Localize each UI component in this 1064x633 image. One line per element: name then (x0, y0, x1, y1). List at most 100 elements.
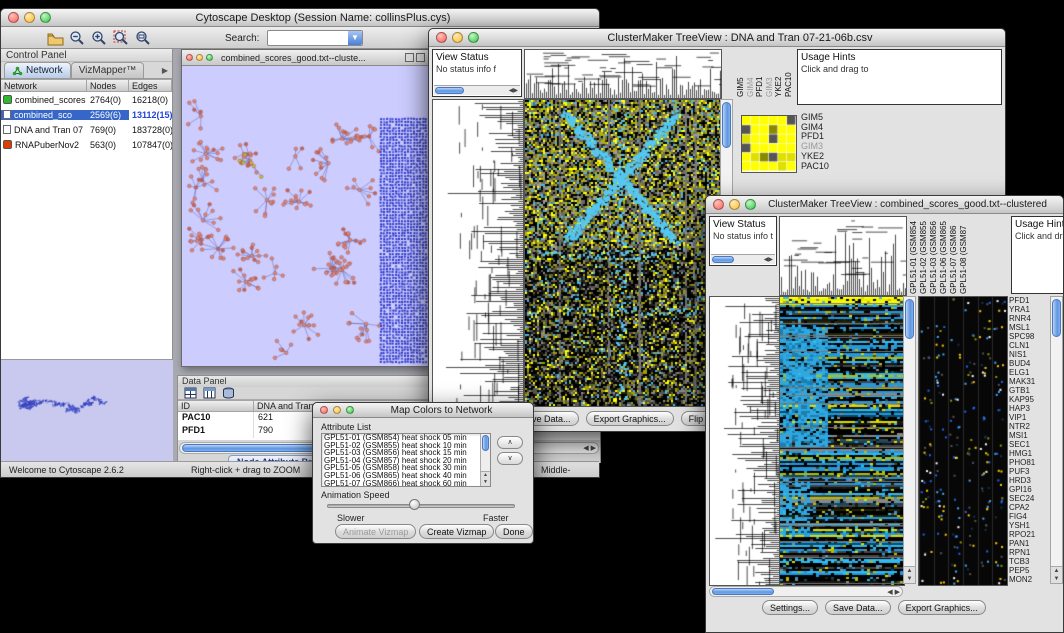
minimize-button[interactable] (452, 32, 463, 43)
gene-label[interactable]: PFD1 (1009, 296, 1049, 305)
close-button[interactable] (713, 199, 724, 210)
gene-label[interactable]: FIG4 (1009, 512, 1049, 521)
scrollbar-thumb[interactable] (435, 87, 464, 94)
close-button[interactable] (320, 406, 328, 414)
view-status-hscrollbar[interactable]: ◀▶ (434, 85, 520, 95)
zoom-button[interactable] (346, 406, 354, 414)
gene-label[interactable]: HMG1 (1009, 449, 1049, 458)
heatmap-vscrollbar[interactable]: ▲▼ (903, 296, 916, 584)
move-up-button[interactable]: ∧ (497, 436, 523, 449)
scrollbar-arrows[interactable]: ▲▼ (904, 566, 915, 583)
gene-label[interactable]: SPC98 (1009, 332, 1049, 341)
gene-label[interactable]: CPA2 (1009, 503, 1049, 512)
cluster-matrix-canvas[interactable] (741, 115, 797, 173)
scrollbar-thumb[interactable] (905, 299, 914, 339)
network-list-row[interactable]: DNA and Tran 07769(0)183728(0) (1, 122, 172, 137)
heatmap-hscrollbar[interactable]: ◀ ▶ (709, 586, 903, 597)
treeview-dna-titlebar[interactable]: ClusterMaker TreeView : DNA and Tran 07-… (429, 29, 1005, 47)
network-overview-canvas[interactable] (1, 360, 171, 462)
column-label[interactable]: GIM5 (736, 49, 745, 97)
row-dendrogram-canvas[interactable] (709, 296, 781, 586)
attribute-table-icon[interactable] (183, 387, 198, 399)
gene-label[interactable]: SEC1 (1009, 440, 1049, 449)
minimize-button[interactable] (24, 12, 35, 23)
scrollbar-thumb[interactable] (482, 435, 489, 451)
done-button[interactable]: Done (495, 524, 533, 539)
slider-knob[interactable] (409, 499, 420, 510)
close-button[interactable] (8, 12, 19, 23)
import-table-icon[interactable] (221, 387, 236, 399)
heatmap-canvas[interactable] (779, 296, 905, 586)
column-dendrogram-canvas[interactable] (524, 49, 722, 99)
column-header-id[interactable]: ID (178, 400, 254, 412)
zoom-button[interactable] (40, 12, 51, 23)
gene-label[interactable]: KAP95 (1009, 395, 1049, 404)
column-header-edges[interactable]: Edges (129, 79, 172, 92)
attribute-list-item[interactable]: GPL51-07 (GSM866) heat shock 60 min (322, 480, 490, 487)
scrollbar-thumb[interactable] (722, 102, 731, 148)
list-vscrollbar[interactable]: ▲▼ (480, 434, 490, 486)
column-header-nodes[interactable]: Nodes (87, 79, 129, 92)
gene-label[interactable]: SEC24 (1009, 494, 1049, 503)
column-label[interactable]: PAC10 (784, 49, 793, 97)
search-input[interactable] (268, 31, 348, 45)
maximize-icon[interactable] (416, 53, 425, 62)
gene-label[interactable]: GTB1 (1009, 386, 1049, 395)
gene-label[interactable]: TCB3 (1009, 557, 1049, 566)
network-canvas[interactable] (182, 66, 428, 366)
scrollbar-arrows[interactable]: ◀ ▶ (887, 587, 900, 598)
gene-label[interactable]: CLN1 (1009, 341, 1049, 350)
row-dendrogram-canvas[interactable] (432, 99, 524, 407)
gene-label[interactable]: HRD3 (1009, 476, 1049, 485)
network-list-row[interactable]: RNAPuberNov2563(0)107847(0) (1, 137, 172, 152)
minimize-button[interactable] (333, 406, 341, 414)
column-label[interactable]: PFD1 (755, 49, 764, 97)
heatmap-canvas[interactable] (524, 99, 722, 407)
gene-label[interactable]: MSL1 (1009, 323, 1049, 332)
open-folder-icon[interactable] (45, 29, 65, 47)
zoom-selected-icon[interactable] (111, 29, 131, 47)
create-vizmap-button[interactable]: Create Vizmap (419, 524, 494, 539)
column-header-network[interactable]: Network (1, 79, 87, 92)
view-status-hscrollbar[interactable]: ◀▶ (711, 254, 775, 264)
move-down-button[interactable]: ∨ (497, 452, 523, 465)
gene-label[interactable]: YRA1 (1009, 305, 1049, 314)
scrollbar-arrows[interactable]: ▲▼ (481, 471, 490, 486)
close-button[interactable] (186, 54, 193, 61)
gene-label[interactable]: PUF3 (1009, 467, 1049, 476)
gene-label[interactable]: PEP5 (1009, 566, 1049, 575)
column-label[interactable]: YKE2 (774, 49, 783, 97)
gene-label[interactable]: YSH1 (1009, 521, 1049, 530)
column-dendrogram-canvas[interactable] (779, 216, 907, 296)
minimize-button[interactable] (729, 199, 740, 210)
gene-list-vscrollbar[interactable]: ▲▼ (1050, 296, 1063, 584)
cytoscape-titlebar[interactable]: Cytoscape Desktop (Session Name: collins… (1, 9, 599, 27)
export-graphics-button[interactable]: Export Graphics... (586, 411, 674, 426)
dialog-titlebar[interactable]: Map Colors to Network (313, 403, 533, 418)
column-label[interactable]: GPL51-08 (GSM87 (959, 216, 968, 294)
column-label[interactable]: GIM3 (765, 49, 774, 97)
column-label[interactable]: GPL51-03 (GSM856 (929, 216, 938, 294)
column-label[interactable]: GPL51-01 (GSM854 (909, 216, 918, 294)
column-label[interactable]: GIM4 (746, 49, 755, 97)
gene-label[interactable]: ELG1 (1009, 368, 1049, 377)
network-window-titlebar[interactable]: combined_scores_good.txt--cluste... (182, 50, 428, 66)
gene-label[interactable]: PAN1 (1009, 539, 1049, 548)
minimize-button[interactable] (196, 54, 203, 61)
network-overview[interactable] (1, 359, 173, 463)
column-label[interactable]: GPL51-02 (GSM855 (919, 216, 928, 294)
export-graphics-button[interactable]: Export Graphics... (898, 600, 986, 615)
zoom-fit-icon[interactable] (133, 29, 153, 47)
zoom-out-icon[interactable] (67, 29, 87, 47)
treeview-combined-titlebar[interactable]: ClusterMaker TreeView : combined_scores_… (706, 196, 1063, 214)
expression-heatmap-canvas[interactable] (918, 296, 1008, 586)
scrollbar-arrows[interactable]: ◀▶ (764, 255, 773, 265)
gene-label[interactable]: NIS1 (1009, 350, 1049, 359)
settings-button[interactable]: Settings... (762, 600, 818, 615)
search-combobox[interactable]: ▼ (267, 30, 363, 46)
network-list-row[interactable]: combined_sco2569(6)13112(15) (1, 107, 172, 122)
scrollbar-thumb[interactable] (712, 256, 734, 263)
chevron-down-icon[interactable]: ▼ (348, 31, 362, 45)
column-label[interactable]: GPL51-06 (GSM865 (939, 216, 948, 294)
zoom-button[interactable] (468, 32, 479, 43)
